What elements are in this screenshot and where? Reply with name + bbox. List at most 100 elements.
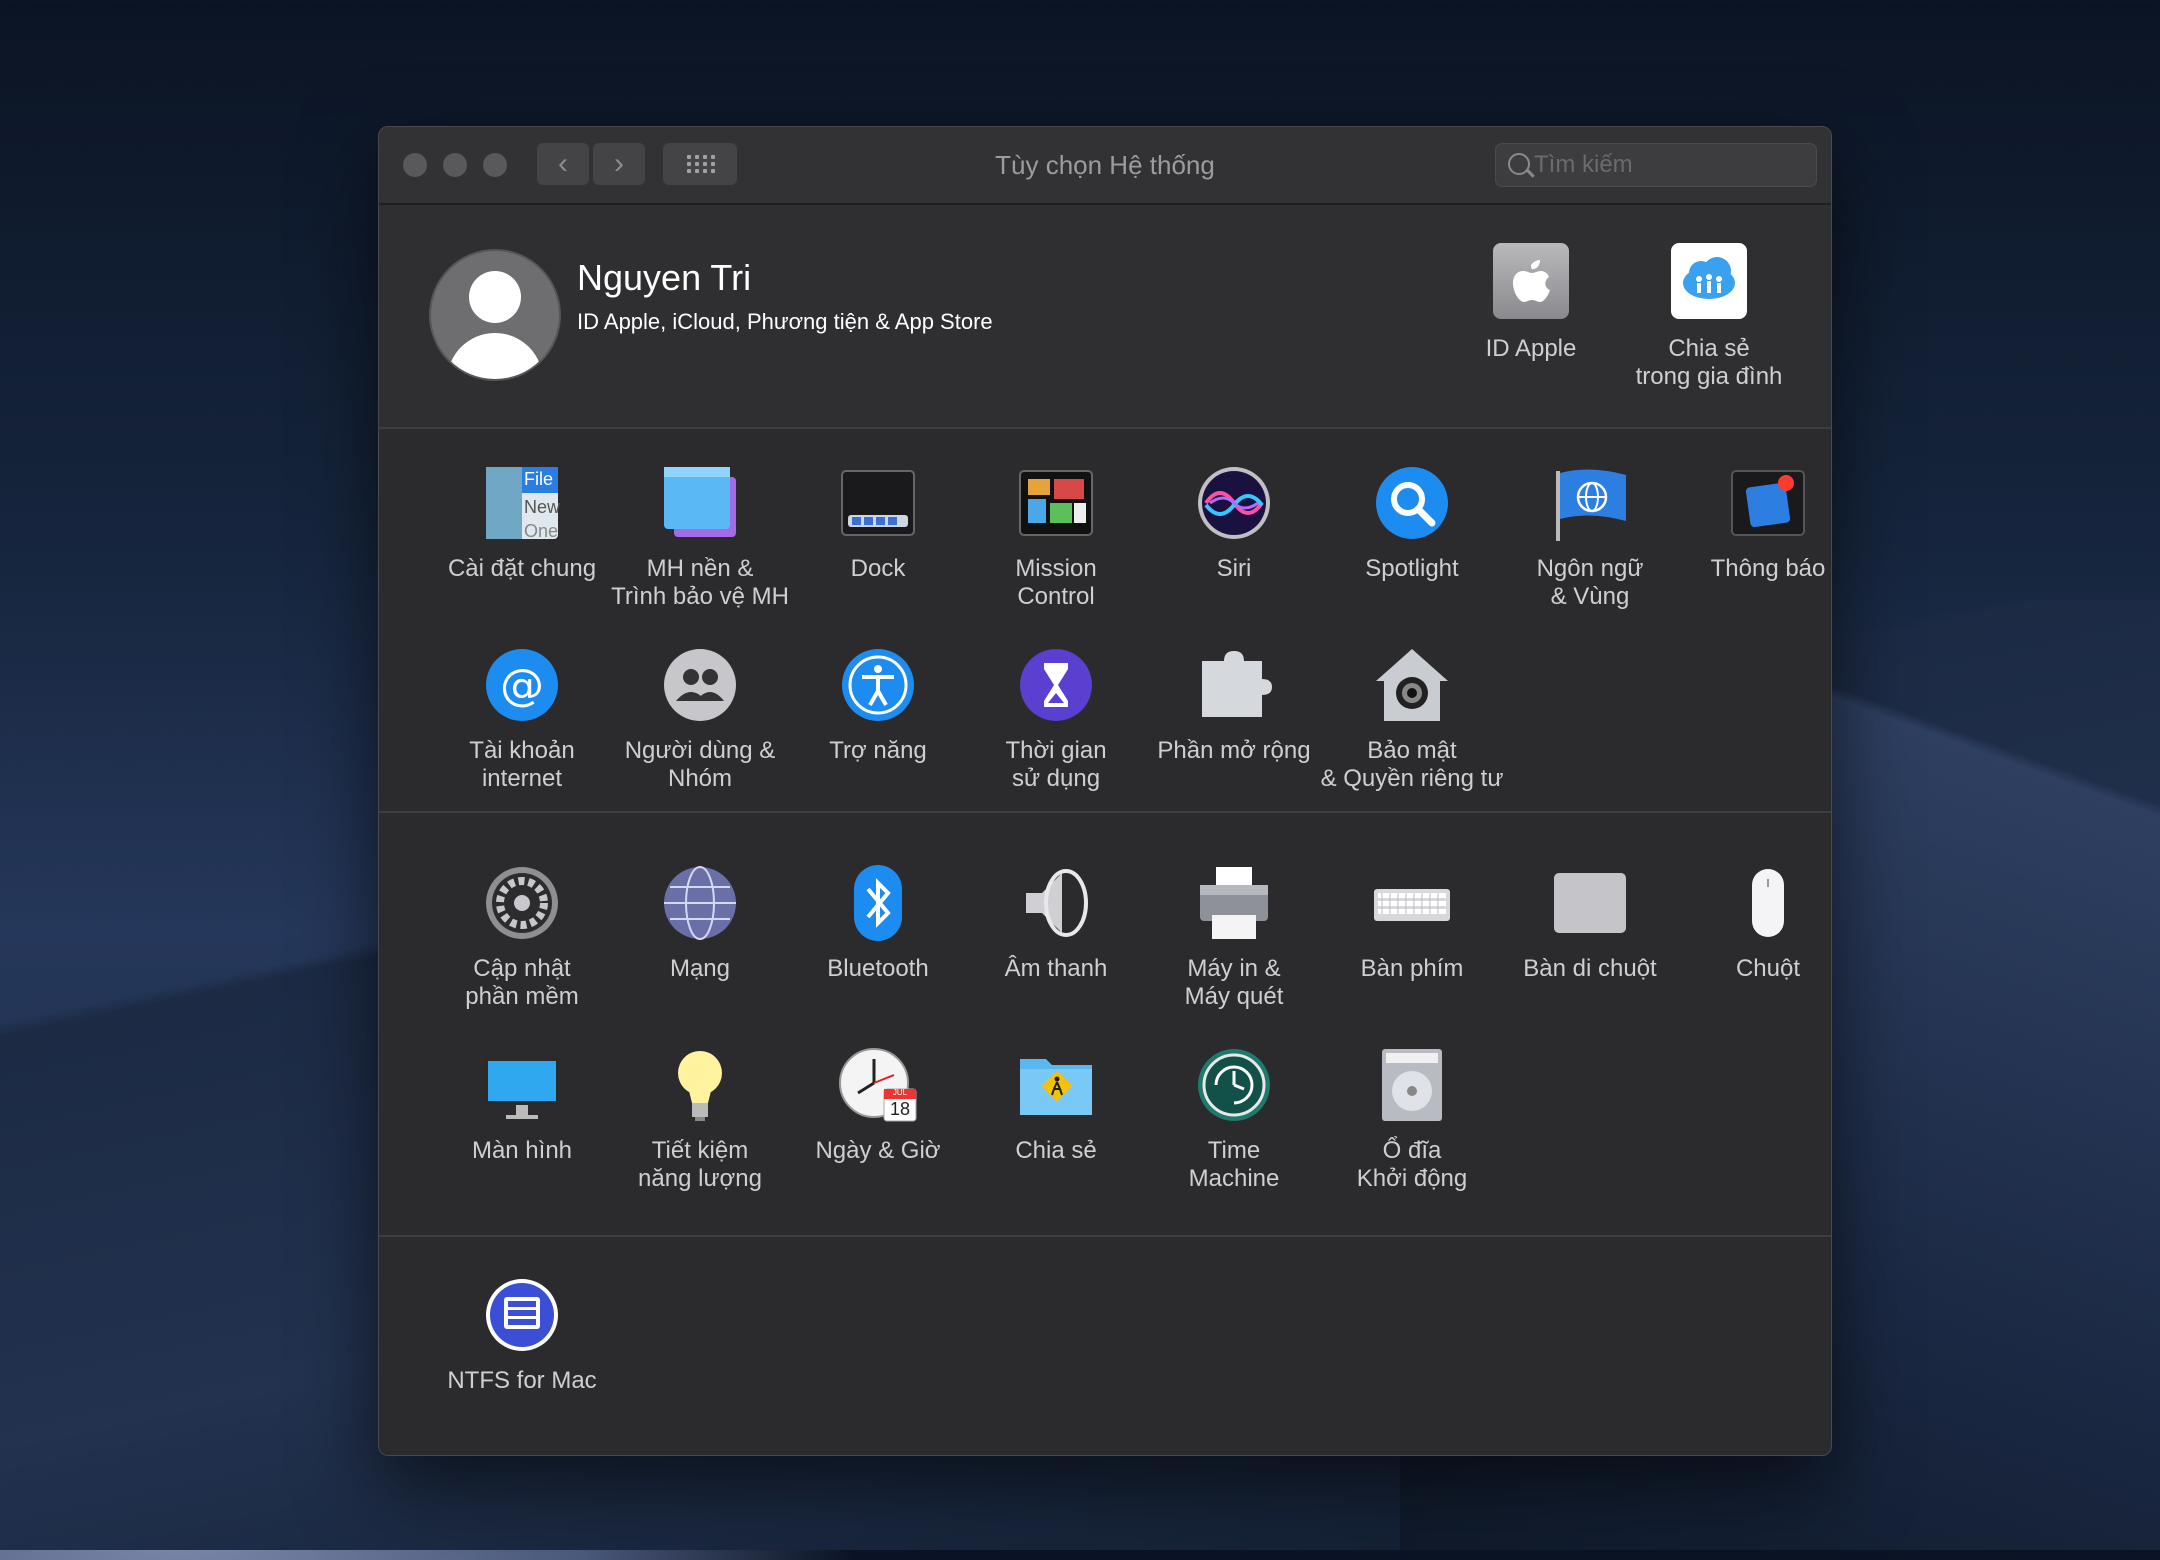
pane-keyboard[interactable]: Bàn phím [1323,863,1501,983]
label-bluetooth: Bluetooth [827,955,929,982]
label-sound: Âm thanh [1004,955,1108,982]
gear-icon [482,863,562,943]
apple-icon [1493,243,1569,319]
user-subtitle: ID Apple, iCloud, Phương tiện & App Stor… [577,309,993,334]
pane-users-groups[interactable]: Người dùng & Nhóm [611,645,789,793]
pane-displays[interactable]: Màn hình [433,1045,611,1165]
label-startup-disk: Ổ đĩa Khởi động [1356,1137,1468,1192]
label-siri: Siri [1216,555,1252,582]
pane-sound[interactable]: Âm thanh [967,863,1145,983]
mission-control-icon [1016,463,1096,543]
pane-network[interactable]: Mạng [611,863,789,983]
pane-mouse[interactable]: Chuột [1679,863,1831,983]
pane-date-time[interactable]: JUL 18 Ngày & Giờ [789,1045,967,1165]
pane-siri[interactable]: Siri [1145,463,1323,583]
pane-extensions[interactable]: Phần mở rộng [1145,645,1323,765]
pane-security-privacy[interactable]: Bảo mật & Quyền riêng tư [1321,645,1503,793]
clock-icon: JUL 18 [838,1045,918,1125]
pane-apple-id[interactable]: ID Apple [1441,243,1621,363]
bluetooth-icon [838,863,918,943]
svg-text:@: @ [500,660,544,711]
label-accessibility: Trợ năng [829,737,927,764]
avatar[interactable] [429,249,561,381]
pane-trackpad[interactable]: Bàn di chuột [1501,863,1679,983]
search-field[interactable]: Tìm kiếm [1495,143,1817,187]
pane-screen-time[interactable]: Thời gian sử dụng [967,645,1145,793]
search-placeholder: Tìm kiếm [1534,151,1633,178]
general-icon: File New One [482,463,562,543]
apple-id-banner: Nguyen Tri ID Apple, iCloud, Phương tiện… [379,205,1831,429]
other-section: NTFS for Mac [379,1237,1831,1455]
pane-startup-disk[interactable]: Ổ đĩa Khởi động [1323,1045,1501,1193]
hardware-section: Cập nhật phần mềm Mạng Bluetooth Âm thanh… [379,813,1831,1237]
pane-family-sharing[interactable]: Chia sẻ trong gia đình [1619,243,1799,391]
label-desktop: MH nền & Trình bảo vệ MH [611,555,789,610]
house-icon [1372,645,1452,725]
sharing-folder-icon [1016,1045,1096,1125]
pane-language-region[interactable]: Ngôn ngữ & Vùng [1501,463,1679,611]
label-time-machine: Time Machine [1188,1137,1280,1192]
pane-mission-control[interactable]: Mission Control [967,463,1145,611]
label-dock: Dock [850,555,906,582]
siri-icon [1194,463,1274,543]
pane-bluetooth[interactable]: Bluetooth [789,863,967,983]
label-screen-time: Thời gian sử dụng [1005,737,1107,792]
system-preferences-window: ‹ › Tùy chọn Hệ thống Tìm kiếm Nguyen Tr… [378,126,1832,1456]
personal-section: File New One Cài đặt chung MH nền & Trình… [379,429,1831,813]
at-icon: @ [482,645,562,725]
title-bar: ‹ › Tùy chọn Hệ thống Tìm kiếm [379,127,1831,205]
label-notifications: Thông báo [1710,555,1826,582]
mouse-icon [1728,863,1808,943]
label-displays: Màn hình [471,1137,573,1164]
puzzle-icon [1194,645,1274,725]
pane-ntfs-for-mac[interactable]: NTFS for Mac [433,1275,611,1395]
speaker-icon [1016,863,1096,943]
flag-icon [1550,463,1630,543]
trackpad-icon [1550,863,1630,943]
pane-desktop-screensaver[interactable]: MH nền & Trình bảo vệ MH [611,463,789,611]
pane-dock[interactable]: Dock [789,463,967,583]
label-energy-saver: Tiết kiệm năng lượng [638,1137,762,1192]
label-extensions: Phần mở rộng [1157,737,1311,764]
label-users-groups: Người dùng & Nhóm [624,737,776,792]
apple-id-label: ID Apple [1485,335,1577,362]
label-language-region: Ngôn ngữ & Vùng [1536,555,1644,610]
pane-sharing[interactable]: Chia sẻ [967,1045,1145,1165]
label-network: Mạng [669,955,731,982]
pane-general[interactable]: File New One Cài đặt chung [433,463,611,583]
label-software-update: Cập nhật phần mềm [465,955,579,1010]
label-general: Cài đặt chung [447,555,597,582]
pane-energy-saver[interactable]: Tiết kiệm năng lượng [611,1045,789,1193]
label-security-privacy: Bảo mật & Quyền riêng tư [1320,737,1504,792]
label-spotlight: Spotlight [1365,555,1459,582]
search-icon [1508,153,1530,175]
pane-spotlight[interactable]: Spotlight [1323,463,1501,583]
keyboard-icon [1372,863,1452,943]
label-date-time: Ngày & Giờ [815,1137,941,1164]
pane-printers-scanners[interactable]: Máy in & Máy quét [1145,863,1323,1011]
disk-icon [1372,1045,1452,1125]
user-name[interactable]: Nguyen Tri [577,257,751,299]
spotlight-icon [1372,463,1452,543]
pane-accessibility[interactable]: Trợ năng [789,645,967,765]
users-icon [660,645,740,725]
label-ntfs-for-mac: NTFS for Mac [447,1367,597,1394]
label-internet-accounts: Tài khoản internet [469,737,575,792]
pane-software-update[interactable]: Cập nhật phần mềm [433,863,611,1011]
label-sharing: Chia sẻ [1015,1137,1097,1164]
pane-notifications[interactable]: Thông báo [1679,463,1831,583]
globe-icon [660,863,740,943]
desktop-icon [660,463,740,543]
label-mouse: Chuột [1735,955,1801,982]
label-keyboard: Bàn phím [1360,955,1464,982]
notifications-icon [1728,463,1808,543]
family-sharing-label: Chia sẻ trong gia đình [1635,335,1783,390]
accessibility-icon [838,645,918,725]
label-printers-scanners: Máy in & Máy quét [1184,955,1284,1010]
printer-icon [1194,863,1274,943]
pane-internet-accounts[interactable]: @ Tài khoản internet [433,645,611,793]
pane-time-machine[interactable]: Time Machine [1145,1045,1323,1193]
ntfs-icon [482,1275,562,1355]
hourglass-icon [1016,645,1096,725]
label-mission-control: Mission Control [1015,555,1097,610]
